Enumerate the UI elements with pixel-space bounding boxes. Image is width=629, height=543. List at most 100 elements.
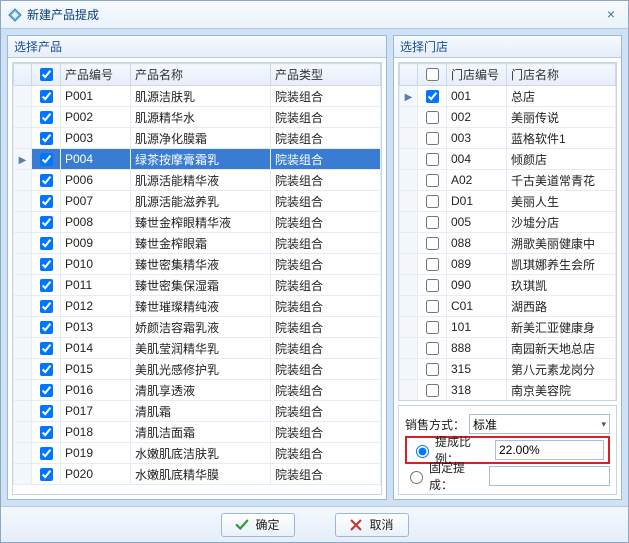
store-row[interactable]: 089凯琪娜养生会所 [400, 254, 616, 275]
product-row[interactable]: P014美肌莹润精华乳院装组合 [14, 338, 381, 359]
row-check-cell[interactable] [32, 422, 61, 443]
product-checkall[interactable] [40, 68, 53, 81]
product-row[interactable]: P017清肌霜院装组合 [14, 401, 381, 422]
row-check-cell[interactable] [418, 359, 447, 380]
row-check-cell[interactable] [32, 401, 61, 422]
row-check[interactable] [426, 258, 439, 271]
row-check[interactable] [40, 468, 53, 481]
product-col-name[interactable]: 产品名称 [131, 64, 271, 86]
row-check[interactable] [426, 321, 439, 334]
store-row[interactable]: C01湖西路 [400, 296, 616, 317]
row-check[interactable] [426, 90, 439, 103]
product-checkall-header[interactable] [32, 64, 61, 86]
product-row[interactable]: P013娇颜洁容霜乳液院装组合 [14, 317, 381, 338]
row-check-cell[interactable] [418, 275, 447, 296]
row-check[interactable] [40, 405, 53, 418]
store-row[interactable]: 002美丽传说 [400, 107, 616, 128]
store-row[interactable]: A02千古美道常青花 [400, 170, 616, 191]
store-row[interactable]: 888南园新天地总店 [400, 338, 616, 359]
row-check[interactable] [40, 195, 53, 208]
row-check-cell[interactable] [418, 128, 447, 149]
product-row[interactable]: P001肌源洁肤乳院装组合 [14, 86, 381, 107]
row-check-cell[interactable] [32, 191, 61, 212]
row-check[interactable] [426, 216, 439, 229]
row-check-cell[interactable] [32, 86, 61, 107]
store-checkall[interactable] [426, 68, 439, 81]
store-row[interactable]: 003蓝格软件1 [400, 128, 616, 149]
row-check[interactable] [40, 342, 53, 355]
product-row[interactable]: P012臻世璀璨精纯液院装组合 [14, 296, 381, 317]
row-check[interactable] [426, 279, 439, 292]
store-row[interactable]: ▶001总店 [400, 86, 616, 107]
product-grid-wrap[interactable]: 产品编号 产品名称 产品类型 P001肌源洁肤乳院装组合P002肌源精华水院装组… [12, 62, 382, 495]
row-check-cell[interactable] [32, 128, 61, 149]
store-row[interactable]: 090玖琪凯 [400, 275, 616, 296]
row-check-cell[interactable] [32, 170, 61, 191]
store-row[interactable]: 315第八元素龙岗分 [400, 359, 616, 380]
product-row[interactable]: ▶P004绿茶按摩膏霜乳院装组合 [14, 149, 381, 170]
row-check[interactable] [40, 426, 53, 439]
row-check[interactable] [426, 384, 439, 397]
row-check[interactable] [40, 363, 53, 376]
row-check-cell[interactable] [32, 254, 61, 275]
row-check-cell[interactable] [418, 233, 447, 254]
row-check-cell[interactable] [32, 296, 61, 317]
ok-button[interactable]: 确定 [221, 513, 295, 537]
row-check-cell[interactable] [32, 359, 61, 380]
row-check-cell[interactable] [32, 464, 61, 485]
store-row[interactable]: 004倾颜店 [400, 149, 616, 170]
product-col-code[interactable]: 产品编号 [61, 64, 131, 86]
row-check[interactable] [426, 195, 439, 208]
row-check[interactable] [426, 174, 439, 187]
close-button[interactable]: × [600, 6, 622, 24]
row-check[interactable] [40, 237, 53, 250]
row-check-cell[interactable] [418, 380, 447, 401]
product-row[interactable]: P010臻世密集精华液院装组合 [14, 254, 381, 275]
product-row[interactable]: P007肌源活能滋养乳院装组合 [14, 191, 381, 212]
row-check[interactable] [40, 174, 53, 187]
row-check-cell[interactable] [418, 296, 447, 317]
product-row[interactable]: P019水嫩肌底洁肤乳院装组合 [14, 443, 381, 464]
sale-mode-field[interactable]: 标准 ▾ [469, 414, 610, 434]
row-check-cell[interactable] [418, 317, 447, 338]
row-check-cell[interactable] [32, 380, 61, 401]
store-col-code[interactable]: 门店编号 [447, 64, 507, 86]
product-row[interactable]: P003肌源净化膜霜院装组合 [14, 128, 381, 149]
product-row[interactable]: P002肌源精华水院装组合 [14, 107, 381, 128]
store-row[interactable]: 088溯歌美丽健康中 [400, 233, 616, 254]
row-check-cell[interactable] [418, 170, 447, 191]
product-row[interactable]: P009臻世金榨眼霜院装组合 [14, 233, 381, 254]
product-col-type[interactable]: 产品类型 [271, 64, 381, 86]
row-check[interactable] [426, 342, 439, 355]
row-check[interactable] [426, 363, 439, 376]
product-row[interactable]: P016清肌享透液院装组合 [14, 380, 381, 401]
product-row[interactable]: P015美肌光感修护乳院装组合 [14, 359, 381, 380]
product-row[interactable]: P018清肌洁面霜院装组合 [14, 422, 381, 443]
row-check-cell[interactable] [32, 212, 61, 233]
row-check-cell[interactable] [32, 107, 61, 128]
row-check[interactable] [40, 279, 53, 292]
commission-ratio-input[interactable] [495, 440, 604, 460]
row-check[interactable] [40, 111, 53, 124]
row-check-cell[interactable] [418, 191, 447, 212]
row-check[interactable] [40, 90, 53, 103]
store-row[interactable]: 005沙墟分店 [400, 212, 616, 233]
row-check-cell[interactable] [32, 149, 61, 170]
row-check[interactable] [40, 321, 53, 334]
commission-fixed-input[interactable] [489, 466, 610, 486]
product-row[interactable]: P011臻世密集保湿霜院装组合 [14, 275, 381, 296]
product-row[interactable]: P006肌源活能精华液院装组合 [14, 170, 381, 191]
row-check-cell[interactable] [418, 107, 447, 128]
row-check[interactable] [40, 258, 53, 271]
store-checkall-header[interactable] [418, 64, 447, 86]
row-check-cell[interactable] [32, 233, 61, 254]
row-check-cell[interactable] [32, 317, 61, 338]
commission-ratio-radio[interactable] [416, 445, 429, 458]
row-check[interactable] [40, 153, 53, 166]
row-check[interactable] [426, 300, 439, 313]
row-check-cell[interactable] [32, 275, 61, 296]
row-check[interactable] [40, 300, 53, 313]
row-check-cell[interactable] [418, 338, 447, 359]
store-grid-wrap[interactable]: 门店编号 门店名称 ▶001总店002美丽传说003蓝格软件1004倾颜店A02… [398, 62, 617, 401]
row-check-cell[interactable] [418, 149, 447, 170]
